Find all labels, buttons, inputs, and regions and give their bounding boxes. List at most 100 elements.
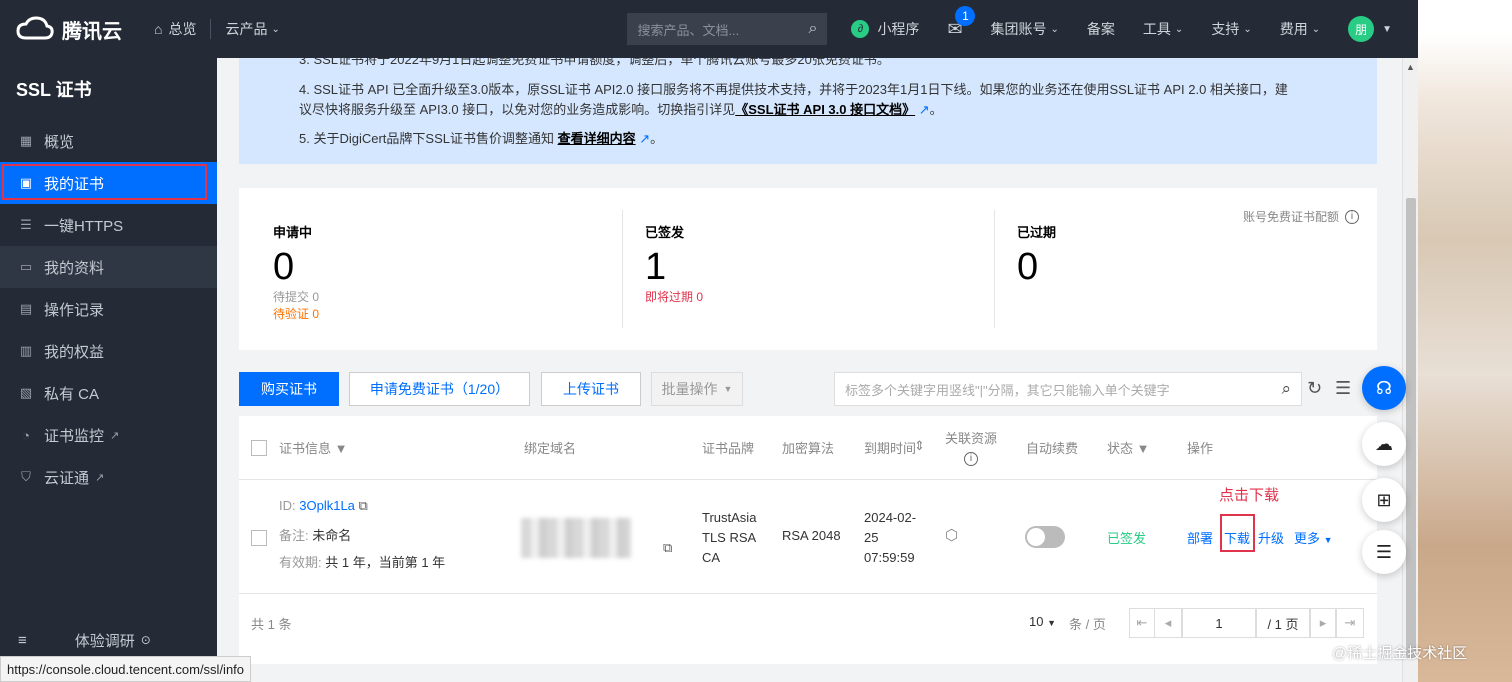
- nav-overview[interactable]: ⌂ 总览: [140, 0, 210, 58]
- stat-pending-submit[interactable]: 待提交 0: [273, 289, 623, 306]
- buy-certificate-button[interactable]: 购买证书: [239, 372, 339, 406]
- refresh-icon[interactable]: ↻: [1307, 378, 1322, 399]
- nav-tools[interactable]: 工具 ⌄: [1129, 0, 1197, 58]
- api3-doc-link[interactable]: 《SSL证书 API 3.0 接口文档》: [735, 102, 915, 117]
- customer-service-button[interactable]: ☊: [1362, 366, 1406, 410]
- nav-user-menu[interactable]: 朋 ▼: [1334, 0, 1418, 58]
- notice-banner: 3. SSL证书将于2022年9月1日起调整免费证书申请额度，调整后，单个腾讯云…: [239, 58, 1377, 164]
- nav-group-account[interactable]: 集团账号 ⌄: [977, 0, 1073, 58]
- auto-renew-toggle[interactable]: [1025, 526, 1065, 548]
- external-link-icon: ↗: [110, 429, 120, 442]
- global-search-input[interactable]: 搜索产品、文档... ⌕: [627, 13, 828, 45]
- search-icon[interactable]: ⌕: [808, 20, 817, 38]
- sort-icon[interactable]: ⇕: [914, 438, 925, 454]
- scroll-thumb[interactable]: [1406, 198, 1416, 658]
- sidebar-item-overview[interactable]: ▦ 概览: [0, 120, 217, 162]
- caret-down-icon: ▼: [1382, 23, 1392, 35]
- cube-icon: ⬡: [945, 527, 959, 544]
- col-cert-info[interactable]: 证书信息 ▼: [279, 438, 348, 457]
- notice-line-5-text: 5. 关于DigiCert品牌下SSL证书售价调整通知: [299, 131, 554, 146]
- col-expire[interactable]: 到期时间: [864, 438, 918, 457]
- sidebar-survey[interactable]: ≡ 体验调研 ⊙: [0, 620, 217, 660]
- digicert-detail-link[interactable]: 查看详细内容: [558, 131, 636, 146]
- stat-expired-value: 0: [1017, 246, 1039, 288]
- sidebar-title: SSL 证书: [16, 80, 92, 100]
- stat-pending-verify[interactable]: 待验证 0: [273, 306, 623, 323]
- chevron-down-icon: ⌄: [1243, 23, 1252, 35]
- info-icon[interactable]: i: [1345, 209, 1359, 224]
- apply-free-certificate-button[interactable]: 申请免费证书（1/20）: [349, 372, 530, 406]
- external-link-icon: ↗: [918, 102, 930, 117]
- stat-issued[interactable]: 已签发 1 即将过期 0: [645, 210, 995, 330]
- notice-line-5: 5. 关于DigiCert品牌下SSL证书售价调整通知 查看详细内容 ↗。: [299, 129, 663, 149]
- notice-line-3: 3. SSL证书将于2022年9月1日起调整免费证书申请额度，调整后，单个腾讯云…: [299, 58, 890, 67]
- cert-id-link[interactable]: 3Oplk1La: [299, 498, 355, 513]
- column-settings-icon[interactable]: ☰: [1335, 378, 1351, 399]
- cert-note-value[interactable]: 未命名: [312, 528, 351, 543]
- certificate-search-input[interactable]: 标签多个关键字用竖线"|"分隔，其它只能输入单个关键字 ⌕: [834, 372, 1302, 406]
- nav-fees[interactable]: 费用 ⌄: [1266, 0, 1334, 58]
- nav-support-label: 支持: [1211, 21, 1240, 37]
- toggle-switch[interactable]: [1025, 526, 1065, 548]
- row-checkbox[interactable]: [251, 530, 267, 546]
- sidebar-item-cloud-cert[interactable]: ⛉ 云证通 ↗: [0, 456, 217, 498]
- sidebar-item-cert-monitor[interactable]: ◔ 证书监控 ↗: [0, 414, 217, 456]
- first-page-icon: ⇤: [1136, 615, 1148, 630]
- book-icon: ⊞: [1376, 489, 1392, 510]
- sidebar-item-my-benefits[interactable]: ▥ 我的权益: [0, 330, 217, 372]
- upload-certificate-button[interactable]: 上传证书: [541, 372, 641, 406]
- copy-icon[interactable]: ⧉: [359, 498, 368, 513]
- sidebar-item-my-certificates[interactable]: ▣ 我的证书: [0, 162, 217, 204]
- blurred-domain-image: [521, 518, 631, 558]
- last-page-button[interactable]: ⇥: [1336, 608, 1364, 638]
- scroll-up-icon[interactable]: ▲: [1406, 62, 1415, 72]
- upgrade-link[interactable]: 升级: [1258, 528, 1284, 547]
- nav-overview-label: 总览: [168, 21, 197, 37]
- page-size-select[interactable]: 10 ▼: [1029, 614, 1056, 629]
- main-scrollbar[interactable]: ▲: [1402, 58, 1418, 682]
- sidebar-item-operation-log[interactable]: ▤ 操作记录: [0, 288, 217, 330]
- copy-icon[interactable]: ⧉: [663, 540, 672, 556]
- stat-expired[interactable]: 已过期 0: [1017, 210, 1367, 330]
- total-count: 共 1 条: [251, 617, 292, 632]
- select-all-checkbox[interactable]: [251, 440, 267, 456]
- docs-button[interactable]: ⊞: [1362, 478, 1406, 522]
- deploy-link[interactable]: 部署: [1187, 528, 1213, 547]
- col-status[interactable]: 状态 ▼: [1107, 438, 1150, 457]
- first-page-button[interactable]: ⇤: [1129, 608, 1155, 638]
- sidebar-item-my-profile[interactable]: ▭ 我的资料: [0, 246, 217, 288]
- more-dropdown[interactable]: 更多 ▼: [1294, 528, 1333, 547]
- download-link[interactable]: 下载: [1224, 528, 1250, 547]
- sidebar-item-label: 云证通: [44, 469, 90, 487]
- page-number-input[interactable]: 1: [1182, 608, 1256, 638]
- prev-page-button[interactable]: ◂: [1154, 608, 1182, 638]
- nav-mail[interactable]: ✉ 1: [933, 0, 976, 58]
- batch-operation-dropdown[interactable]: 批量操作 ▼: [651, 372, 743, 406]
- filter-icon[interactable]: ▼: [335, 441, 348, 456]
- cloud-icon: ☁: [1375, 433, 1393, 454]
- brand-logo[interactable]: 腾讯云: [0, 15, 140, 44]
- info-icon[interactable]: i: [964, 452, 978, 466]
- col-ops: 操作: [1187, 441, 1214, 456]
- cloud-logo-icon: [16, 16, 54, 40]
- stat-applying[interactable]: 申请中 0 待提交 0 待验证 0: [273, 210, 623, 330]
- next-page-button[interactable]: ▸: [1310, 608, 1336, 638]
- cert-note: 备注: 未命名: [279, 525, 351, 544]
- free-quota-info[interactable]: 账号免费证书配额 i: [1243, 208, 1359, 225]
- survey-label: 体验调研: [74, 632, 135, 650]
- collapse-menu-button[interactable]: ☰: [1362, 530, 1406, 574]
- nav-products[interactable]: 云产品 ⌄: [211, 0, 293, 58]
- sidebar-item-private-ca[interactable]: ▧ 私有 CA: [0, 372, 217, 414]
- filter-icon[interactable]: ▼: [1137, 441, 1150, 456]
- nav-miniprogram[interactable]: ∂ 小程序: [837, 0, 933, 58]
- cloud-assistant-button[interactable]: ☁: [1362, 422, 1406, 466]
- gift-icon: ▥: [19, 343, 33, 358]
- nav-beian[interactable]: 备案: [1073, 0, 1129, 58]
- shield-icon: ⛉: [21, 469, 31, 484]
- cert-expire-line: 2024-02-: [864, 510, 917, 525]
- stat-expiring-soon[interactable]: 即将过期 0: [645, 289, 995, 306]
- sidebar-item-one-click-https[interactable]: ☰ 一键HTTPS: [0, 204, 217, 246]
- nav-support[interactable]: 支持 ⌄: [1197, 0, 1265, 58]
- search-icon[interactable]: ⌕: [1281, 379, 1291, 399]
- status-badge: 已签发: [1107, 531, 1147, 546]
